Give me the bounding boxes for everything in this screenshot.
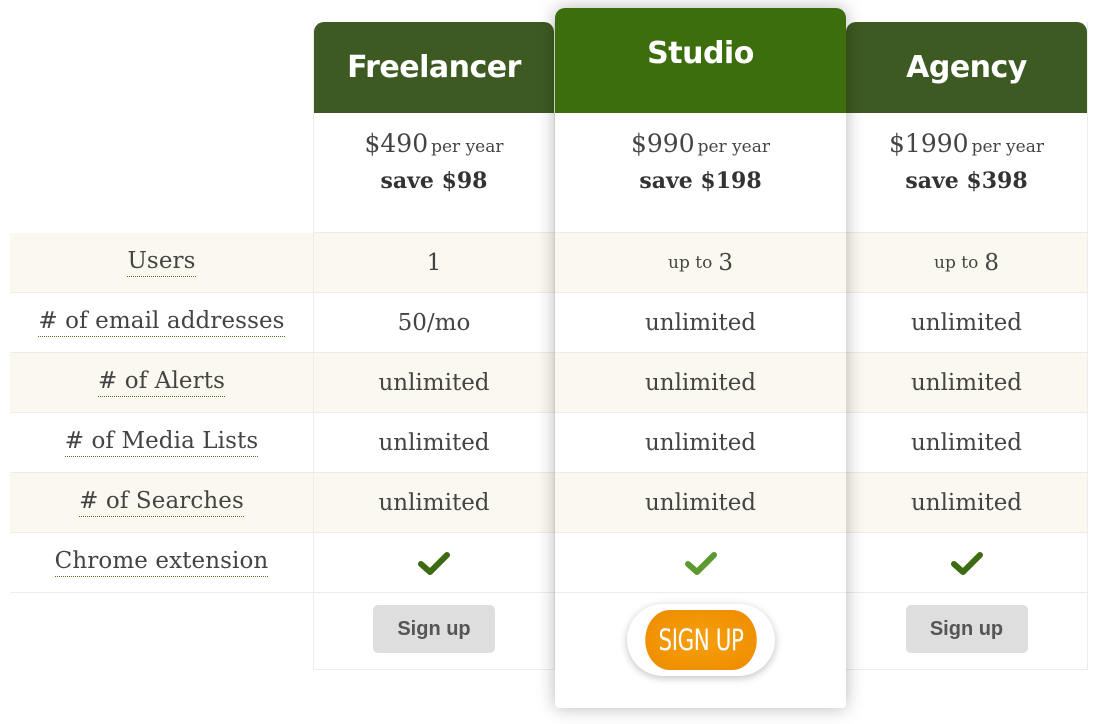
feature-label-searches: # of Searches	[10, 473, 313, 533]
value-prefix: up to	[934, 252, 979, 273]
plan-price: $1990 per year	[889, 129, 1044, 158]
value-cell-chrome-extension	[555, 533, 846, 593]
feature-label-text[interactable]: Chrome extension	[54, 548, 269, 577]
feature-label-text[interactable]: Users	[127, 248, 196, 277]
value-text: 50/mo	[397, 309, 471, 336]
value-cell-chrome-extension	[314, 533, 554, 593]
price-block: $490 per year save $98	[314, 113, 554, 233]
price-period: per year	[431, 137, 504, 157]
value-cell-users: 1	[314, 233, 554, 293]
plan-savings: save $398	[905, 168, 1028, 194]
value-cell-searches: unlimited	[555, 473, 846, 533]
price-amount: $490	[364, 129, 429, 158]
cta-cell: Sign up	[846, 593, 1087, 665]
featured-button-ring: SIGN UP	[626, 604, 775, 676]
value-cell-users: up to 3	[555, 233, 846, 293]
value-text: 3	[718, 249, 733, 276]
value-cell-media-lists: unlimited	[555, 413, 846, 473]
feature-label-media-lists: # of Media Lists	[10, 413, 313, 473]
feature-label-alerts: # of Alerts	[10, 353, 313, 413]
value-cell-searches: unlimited	[314, 473, 554, 533]
plan-column-agency: Agency $1990 per year save $398 up to 8 unl…	[846, 22, 1088, 670]
feature-label-chrome-extension: Chrome extension	[10, 533, 313, 593]
plan-savings: save $198	[639, 168, 762, 194]
value-text: unlimited	[378, 429, 490, 456]
feature-label-text[interactable]: # of email addresses	[38, 308, 285, 337]
price-period: per year	[697, 137, 771, 157]
value-cell-media-lists: unlimited	[314, 413, 554, 473]
value-cell-alerts: unlimited	[314, 353, 554, 413]
value-text: unlimited	[910, 309, 1023, 336]
feature-labels-column: Users # of email addresses # of Alerts #…	[10, 233, 313, 593]
value-cell-users: up to 8	[846, 233, 1087, 293]
plan-name: Studio	[647, 36, 754, 71]
price-amount: $1990	[889, 129, 969, 158]
price-block: $1990 per year save $398	[846, 113, 1087, 233]
value-cell-chrome-extension	[846, 533, 1087, 593]
sign-up-button-agency[interactable]: Sign up	[905, 605, 1028, 653]
plan-price: $490 per year	[364, 129, 503, 158]
plan-header: Agency	[846, 22, 1087, 113]
checkmark-icon	[950, 551, 983, 575]
value-text: 1	[426, 249, 442, 276]
price-amount: $990	[630, 129, 695, 158]
plan-feature-values: up to 3 unlimited unlimited unlimited unlimit…	[555, 233, 846, 593]
value-text: unlimited	[378, 369, 490, 396]
plan-column-freelancer: Freelancer $490 per year save $98 1 50/mo u…	[313, 22, 555, 670]
plan-header: Freelancer	[314, 22, 554, 113]
value-text: unlimited	[910, 429, 1023, 456]
sign-up-button-freelancer[interactable]: Sign up	[373, 605, 495, 653]
plan-header: Studio	[555, 8, 846, 113]
value-text: unlimited	[644, 489, 757, 516]
value-text: unlimited	[910, 489, 1023, 516]
plan-price: $990 per year	[631, 129, 770, 158]
feature-label-text[interactable]: # of Searches	[79, 488, 244, 517]
checkmark-icon	[418, 551, 450, 575]
value-cell-media-lists: unlimited	[846, 413, 1087, 473]
plan-feature-values: up to 8 unlimited unlimited unlimited unlimit…	[846, 233, 1087, 593]
value-text: unlimited	[644, 369, 757, 396]
cta-cell: Sign up	[314, 593, 554, 665]
value-cell-alerts: unlimited	[555, 353, 846, 413]
value-text: unlimited	[644, 429, 757, 456]
plan-column-studio: Studio $990 per year save $198 up to 3 unli…	[555, 8, 846, 708]
feature-label-text[interactable]: # of Alerts	[98, 368, 225, 397]
value-cell-email-addresses: unlimited	[555, 293, 846, 353]
price-block: $990 per year save $198	[555, 113, 846, 233]
value-cell-email-addresses: unlimited	[846, 293, 1087, 353]
value-text: unlimited	[378, 489, 490, 516]
value-cell-alerts: unlimited	[846, 353, 1087, 413]
value-text: unlimited	[644, 309, 757, 336]
sign-up-button-studio[interactable]: SIGN UP	[644, 610, 757, 670]
feature-label-text[interactable]: # of Media Lists	[64, 428, 259, 457]
cta-cell: SIGN UP	[555, 593, 846, 676]
plan-name: Agency	[906, 50, 1027, 85]
checkmark-icon	[684, 551, 717, 575]
value-cell-searches: unlimited	[846, 473, 1087, 533]
price-period: per year	[971, 137, 1044, 157]
plan-name: Freelancer	[347, 50, 521, 85]
feature-label-email-addresses: # of email addresses	[10, 293, 313, 353]
value-cell-email-addresses: 50/mo	[314, 293, 554, 353]
value-prefix: up to	[668, 252, 713, 273]
value-text: unlimited	[910, 369, 1023, 396]
feature-label-users: Users	[10, 233, 313, 293]
plan-feature-values: 1 50/mo unlimited unlimited unlimited	[314, 233, 554, 593]
plan-savings: save $98	[380, 168, 488, 194]
value-text: 8	[984, 249, 999, 276]
